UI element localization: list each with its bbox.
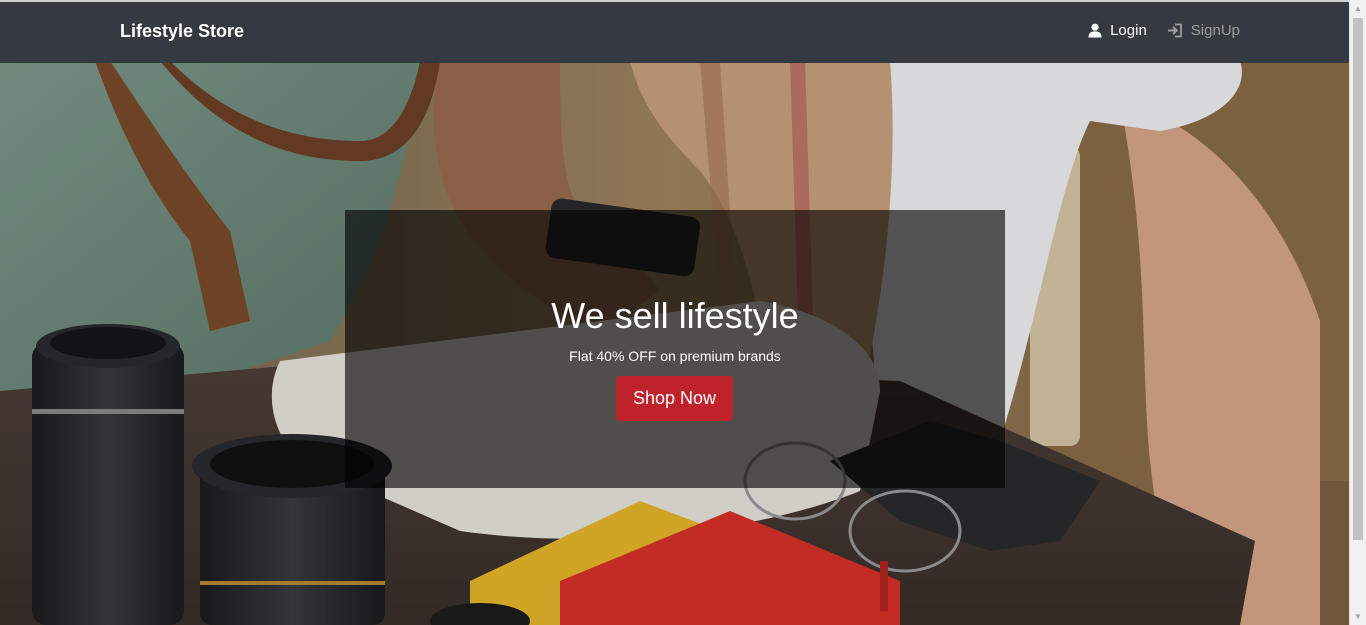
navbar: Lifestyle Store Login SignUp — [0, 0, 1349, 63]
sign-in-icon — [1167, 23, 1183, 38]
brand-logo-link[interactable]: Lifestyle Store — [120, 21, 244, 42]
hero-section: We sell lifestyle Flat 40% OFF on premiu… — [0, 61, 1349, 625]
scroll-up-arrow-icon[interactable]: ▲ — [1350, 0, 1366, 17]
hero-subtitle: Flat 40% OFF on premium brands — [569, 348, 781, 364]
hero-title: We sell lifestyle — [551, 295, 799, 336]
login-link[interactable]: Login — [1088, 22, 1147, 39]
hero-banner: We sell lifestyle Flat 40% OFF on premiu… — [345, 210, 1005, 488]
scroll-down-arrow-icon[interactable]: ▼ — [1350, 608, 1366, 625]
navbar-links: Login SignUp — [1088, 22, 1240, 39]
vertical-scrollbar[interactable]: ▲ ▼ — [1349, 0, 1366, 625]
scrollbar-thumb[interactable] — [1353, 18, 1363, 540]
shop-now-button[interactable]: Shop Now — [616, 376, 733, 421]
user-icon — [1088, 23, 1102, 38]
page: Lifestyle Store Login SignUp We sell lif… — [0, 0, 1366, 625]
signup-link[interactable]: SignUp — [1167, 22, 1240, 39]
signup-label: SignUp — [1190, 22, 1240, 39]
login-label: Login — [1110, 22, 1147, 39]
viewport: Lifestyle Store Login SignUp We sell lif… — [0, 0, 1349, 625]
